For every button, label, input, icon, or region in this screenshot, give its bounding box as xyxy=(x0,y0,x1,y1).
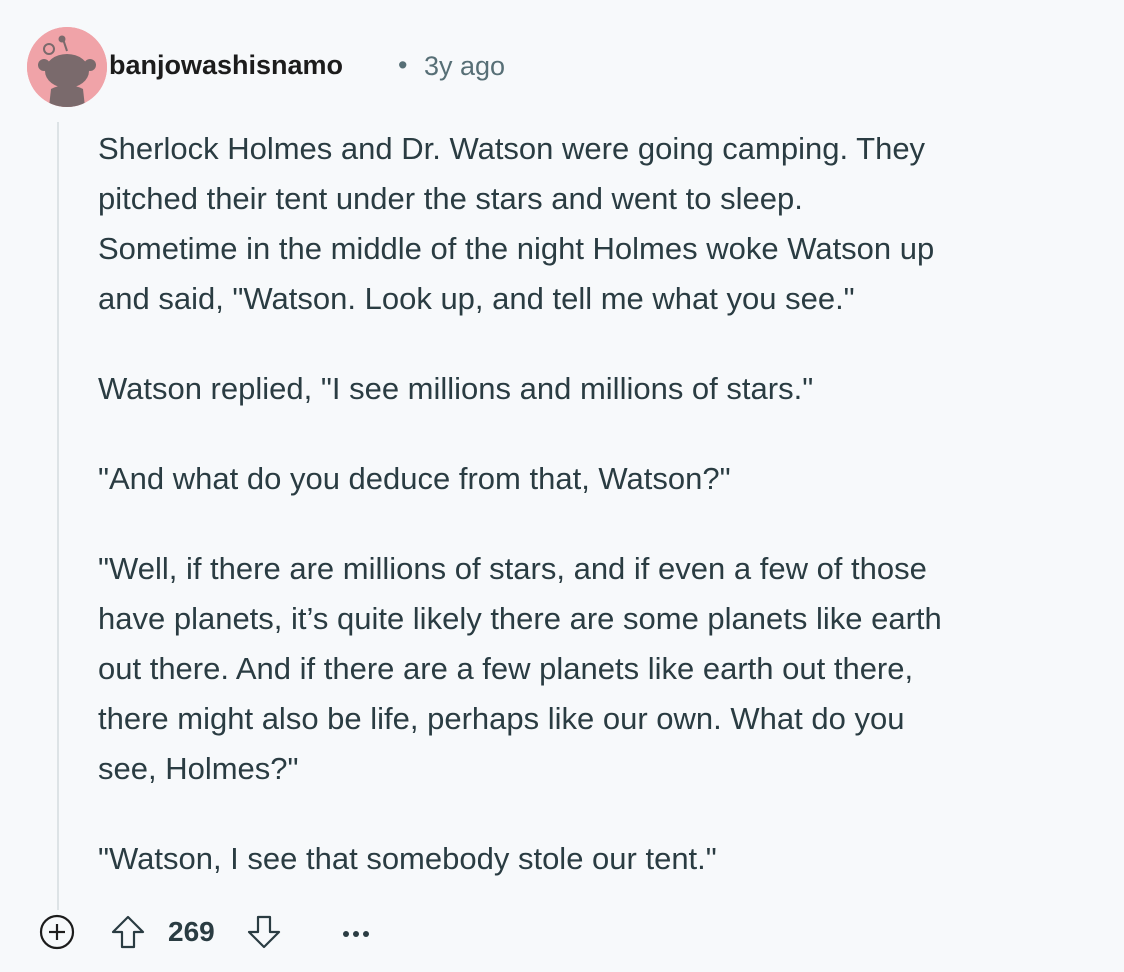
comment-body: Sherlock Holmes and Dr. Watson were goin… xyxy=(98,124,1098,924)
expand-thread-button[interactable] xyxy=(38,913,76,951)
vote-score: 269 xyxy=(168,916,215,947)
comment: banjowashisnamo • 3y ago Sherlock Holmes… xyxy=(0,0,1124,972)
avatar[interactable] xyxy=(27,27,107,107)
ellipsis-icon xyxy=(343,931,369,937)
comment-age[interactable]: 3y ago xyxy=(424,51,505,82)
username-link[interactable]: banjowashisnamo xyxy=(109,50,343,81)
arrow-up-icon xyxy=(111,915,145,949)
more-options-button[interactable] xyxy=(336,912,376,952)
downvote-button[interactable] xyxy=(244,912,284,952)
upvote-button[interactable] xyxy=(108,912,148,952)
comment-paragraph: "Well, if there are millions of stars, a… xyxy=(98,551,942,786)
arrow-down-icon xyxy=(247,915,281,949)
snoo-avatar-icon xyxy=(27,27,107,107)
comment-paragraph: "Watson, I see that somebody stole our t… xyxy=(98,841,717,876)
comment-paragraph: Watson replied, "I see millions and mill… xyxy=(98,371,814,406)
meta-separator: • xyxy=(398,50,408,80)
comment-action-bar: 269 xyxy=(38,910,438,954)
plus-circle-icon xyxy=(39,914,75,950)
thread-collapse-line[interactable] xyxy=(57,122,59,910)
comment-paragraph: Sherlock Holmes and Dr. Watson were goin… xyxy=(98,131,935,316)
comment-paragraph: "And what do you deduce from that, Watso… xyxy=(98,461,731,496)
